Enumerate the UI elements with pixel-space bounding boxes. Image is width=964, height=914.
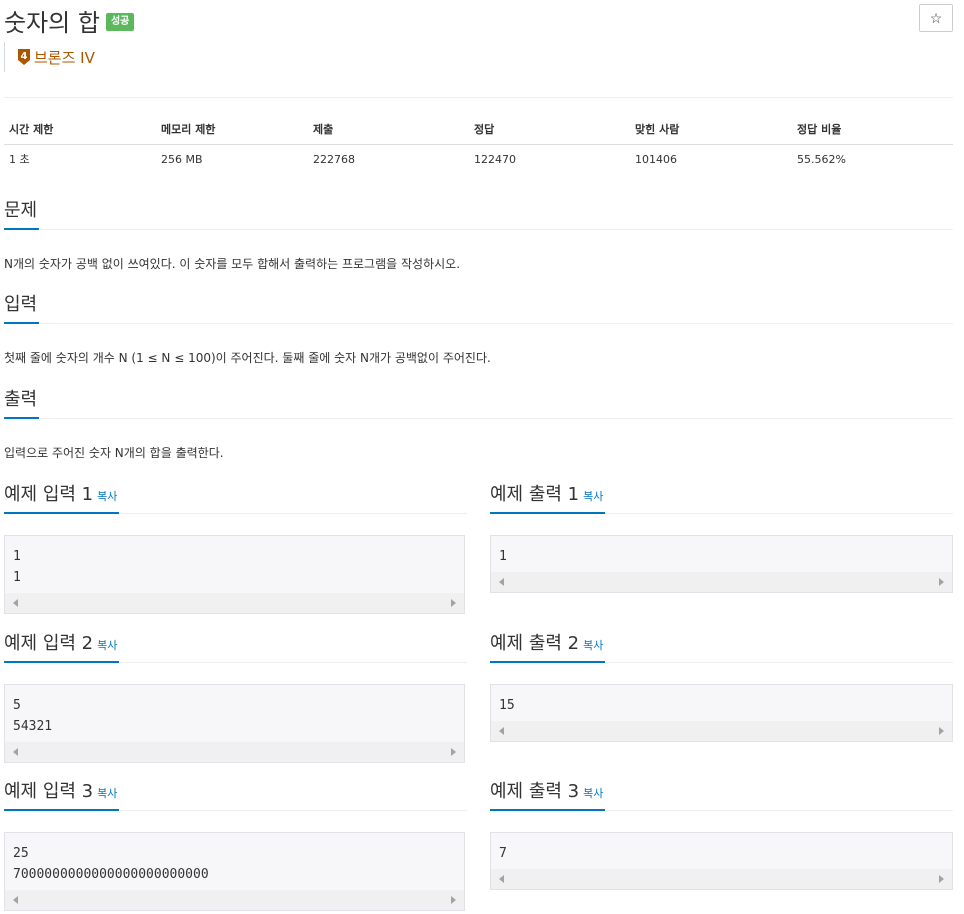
sample-output-2-header: 예제 출력 2 복사 — [490, 629, 953, 663]
scroll-right-icon[interactable] — [939, 578, 944, 586]
problem-section-header: 문제 — [4, 196, 953, 230]
header-time-limit: 시간 제한 — [4, 114, 156, 145]
horizontal-scrollbar[interactable] — [5, 742, 464, 762]
problem-description: N개의 숫자가 공백 없이 쓰여있다. 이 숫자를 모두 합해서 출력하는 프로… — [4, 257, 461, 271]
output-description: 입력으로 주어진 숫자 N개의 합을 출력한다. — [4, 446, 224, 460]
header-memory-limit: 메모리 제한 — [156, 114, 308, 145]
sample-input-2-content: 5 54321 — [13, 698, 53, 734]
section-title-problem: 문제 — [4, 196, 40, 230]
sample-input-2-header: 예제 입력 2 복사 — [4, 629, 467, 663]
scroll-left-icon[interactable] — [13, 748, 18, 756]
copy-sample-output-3-button[interactable]: 복사 — [583, 787, 603, 800]
sample-output-3-title: 예제 출력 3 — [490, 781, 580, 802]
scroll-left-icon[interactable] — [499, 727, 504, 735]
input-description: 첫째 줄에 숫자의 개수 N (1 ≤ N ≤ 100)이 주어진다. 둘째 줄… — [4, 351, 491, 365]
header-submissions: 제출 — [308, 114, 469, 145]
section-title-input: 입력 — [4, 290, 40, 324]
horizontal-scrollbar[interactable] — [5, 593, 464, 613]
star-icon: ☆ — [929, 9, 943, 26]
scroll-right-icon[interactable] — [451, 748, 456, 756]
bronze-tier-icon: 4 — [18, 49, 30, 65]
divider — [4, 97, 953, 98]
sample-output-2-content: 15 — [499, 698, 515, 713]
header-solvers: 맞힌 사람 — [630, 114, 792, 145]
scroll-right-icon[interactable] — [939, 875, 944, 883]
sample-output-3-content: 7 — [499, 846, 507, 861]
tier-row[interactable]: 4 브론즈 IV — [4, 42, 95, 72]
scroll-left-icon[interactable] — [13, 599, 18, 607]
sample-output-2[interactable]: 15 — [490, 684, 953, 742]
horizontal-scrollbar[interactable] — [491, 721, 952, 741]
problem-title: 숫자의 합 — [4, 8, 100, 37]
sample-input-3-title: 예제 입력 3 — [4, 781, 94, 802]
horizontal-scrollbar[interactable] — [491, 572, 952, 592]
sample-output-1-content: 1 — [499, 549, 507, 564]
sample-output-1-title: 예제 출력 1 — [490, 484, 580, 505]
output-section-header: 출력 — [4, 385, 953, 419]
copy-sample-output-2-button[interactable]: 복사 — [583, 639, 603, 652]
horizontal-scrollbar[interactable] — [5, 890, 464, 910]
sample-output-2-title: 예제 출력 2 — [490, 633, 580, 654]
header-accuracy: 정답 비율 — [792, 114, 953, 145]
header-accepted: 정답 — [469, 114, 630, 145]
scroll-left-icon[interactable] — [13, 896, 18, 904]
scroll-right-icon[interactable] — [451, 599, 456, 607]
sample-input-1-title: 예제 입력 1 — [4, 484, 94, 505]
copy-sample-input-1-button[interactable]: 복사 — [97, 490, 117, 503]
scroll-left-icon[interactable] — [499, 875, 504, 883]
copy-sample-input-2-button[interactable]: 복사 — [97, 639, 117, 652]
scroll-right-icon[interactable] — [451, 896, 456, 904]
table-row: 1 초 256 MB 222768 122470 101406 55.562% — [4, 144, 953, 174]
sample-input-1-header: 예제 입력 1 복사 — [4, 480, 467, 514]
sample-output-1[interactable]: 1 — [490, 535, 953, 593]
horizontal-scrollbar[interactable] — [491, 869, 952, 889]
input-section-header: 입력 — [4, 290, 953, 324]
sample-input-2-title: 예제 입력 2 — [4, 633, 94, 654]
copy-sample-input-3-button[interactable]: 복사 — [97, 787, 117, 800]
scroll-left-icon[interactable] — [499, 578, 504, 586]
cell-accuracy: 55.562% — [797, 152, 846, 166]
sample-input-3-content: 25 7000000000000000000000000 — [13, 846, 209, 882]
copy-sample-output-1-button[interactable]: 복사 — [583, 490, 603, 503]
table-header-row: 시간 제한 메모리 제한 제출 정답 맞힌 사람 정답 비율 — [4, 114, 953, 145]
cell-accepted: 122470 — [474, 152, 516, 166]
problem-info-table: 시간 제한 메모리 제한 제출 정답 맞힌 사람 정답 비율 1 초 256 M… — [4, 114, 953, 174]
sample-input-1-content: 1 1 — [13, 549, 21, 585]
sample-input-1[interactable]: 1 1 — [4, 535, 465, 614]
status-badge: 성공 — [105, 13, 135, 31]
sample-input-2[interactable]: 5 54321 — [4, 684, 465, 763]
sample-input-3-header: 예제 입력 3 복사 — [4, 777, 467, 811]
star-button[interactable]: ☆ — [919, 4, 953, 32]
sample-output-1-header: 예제 출력 1 복사 — [490, 480, 953, 514]
cell-memory-limit: 256 MB — [161, 152, 203, 166]
title-row: 숫자의 합 성공 — [4, 4, 135, 37]
sample-output-3[interactable]: 7 — [490, 832, 953, 890]
cell-solvers: 101406 — [635, 152, 677, 166]
sample-output-3-header: 예제 출력 3 복사 — [490, 777, 953, 811]
cell-submissions: 222768 — [313, 152, 355, 166]
svg-text:4: 4 — [21, 51, 28, 62]
tier-label[interactable]: 브론즈 IV — [34, 47, 95, 68]
sample-input-3[interactable]: 25 7000000000000000000000000 — [4, 832, 465, 911]
cell-time-limit: 1 초 — [9, 153, 30, 167]
section-title-output: 출력 — [4, 385, 40, 419]
scroll-right-icon[interactable] — [939, 727, 944, 735]
